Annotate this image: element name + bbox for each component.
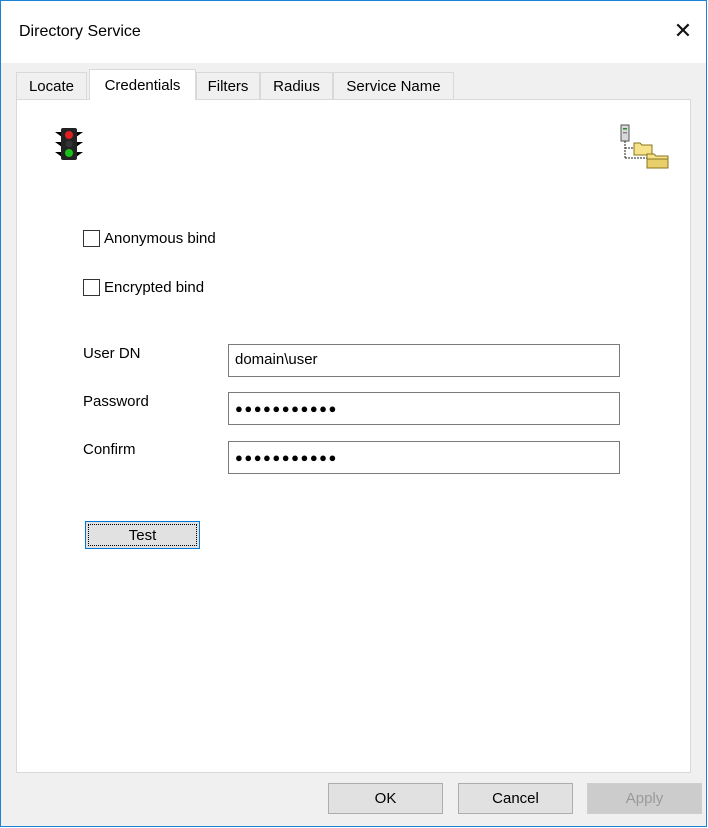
credentials-panel: Anonymous bind Encrypted bind User DN do… [16, 99, 691, 773]
encrypted-bind-label: Encrypted bind [104, 279, 205, 296]
ok-button[interactable]: OK [328, 783, 443, 814]
user-dn-label: User DN [83, 345, 141, 362]
traffic-light-icon [55, 128, 83, 160]
confirm-label: Confirm [83, 441, 136, 458]
password-label: Password [83, 393, 149, 410]
tab-filters[interactable]: Filters [196, 72, 260, 99]
close-icon[interactable]: ✕ [660, 11, 706, 51]
title-bar: Directory Service ✕ [1, 1, 706, 63]
directory-service-dialog: Directory Service ✕ Locate Credentials F… [0, 0, 707, 827]
anonymous-bind-checkbox[interactable] [83, 230, 100, 247]
tab-radius[interactable]: Radius [260, 72, 333, 99]
tab-service-name[interactable]: Service Name [333, 72, 454, 99]
anonymous-bind-label: Anonymous bind [104, 230, 216, 247]
directory-tree-icon [620, 124, 669, 169]
cancel-button[interactable]: Cancel [458, 783, 573, 814]
confirm-password-field[interactable]: ●●●●●●●●●●● [228, 441, 620, 474]
password-field[interactable]: ●●●●●●●●●●● [228, 392, 620, 425]
apply-button[interactable]: Apply [587, 783, 702, 814]
encrypted-bind-option[interactable]: Encrypted bind [83, 279, 204, 296]
tab-credentials[interactable]: Credentials [89, 69, 196, 100]
window-title: Directory Service [19, 23, 141, 40]
tab-locate[interactable]: Locate [16, 72, 87, 99]
test-button[interactable]: Test [85, 521, 200, 549]
encrypted-bind-checkbox[interactable] [83, 279, 100, 296]
user-dn-field[interactable]: domain\user [228, 344, 620, 377]
anonymous-bind-option[interactable]: Anonymous bind [83, 230, 216, 247]
